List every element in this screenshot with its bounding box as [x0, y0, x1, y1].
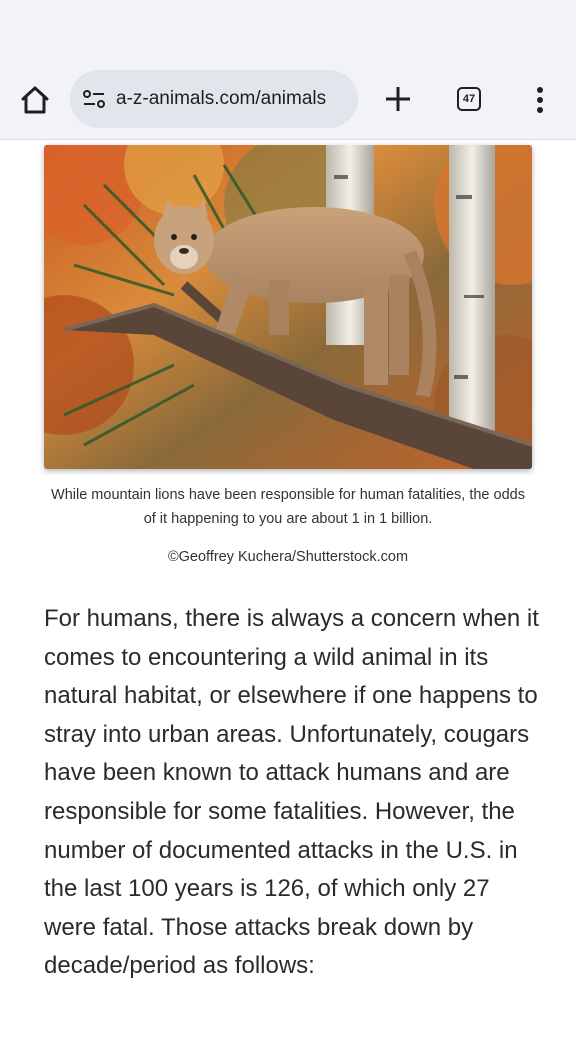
menu-button[interactable] — [528, 82, 552, 118]
plus-icon — [386, 87, 410, 111]
home-button[interactable] — [17, 82, 53, 118]
url-text[interactable]: a-z-animals.com/animals — [116, 70, 350, 128]
article-hero-image — [44, 145, 532, 469]
address-bar[interactable]: a-z-animals.com/animals — [70, 70, 358, 128]
image-caption: While mountain lions have been responsib… — [51, 487, 525, 527]
tab-switcher-button[interactable]: 47 — [457, 87, 481, 111]
home-icon — [21, 86, 49, 114]
browser-toolbar: a-z-animals.com/animals 47 — [0, 60, 576, 140]
image-credit: ©Geoffrey Kuchera/Shutterstock.com — [167, 549, 409, 565]
mountain-lion-illustration — [44, 145, 532, 469]
status-bar — [0, 0, 576, 60]
tune-icon — [83, 90, 105, 108]
article-paragraph: For humans, there is always a concern wh… — [44, 605, 539, 980]
site-settings-button[interactable] — [82, 87, 106, 111]
new-tab-button[interactable] — [381, 82, 415, 116]
tab-count: 47 — [462, 93, 476, 105]
more-vert-icon — [537, 87, 543, 113]
